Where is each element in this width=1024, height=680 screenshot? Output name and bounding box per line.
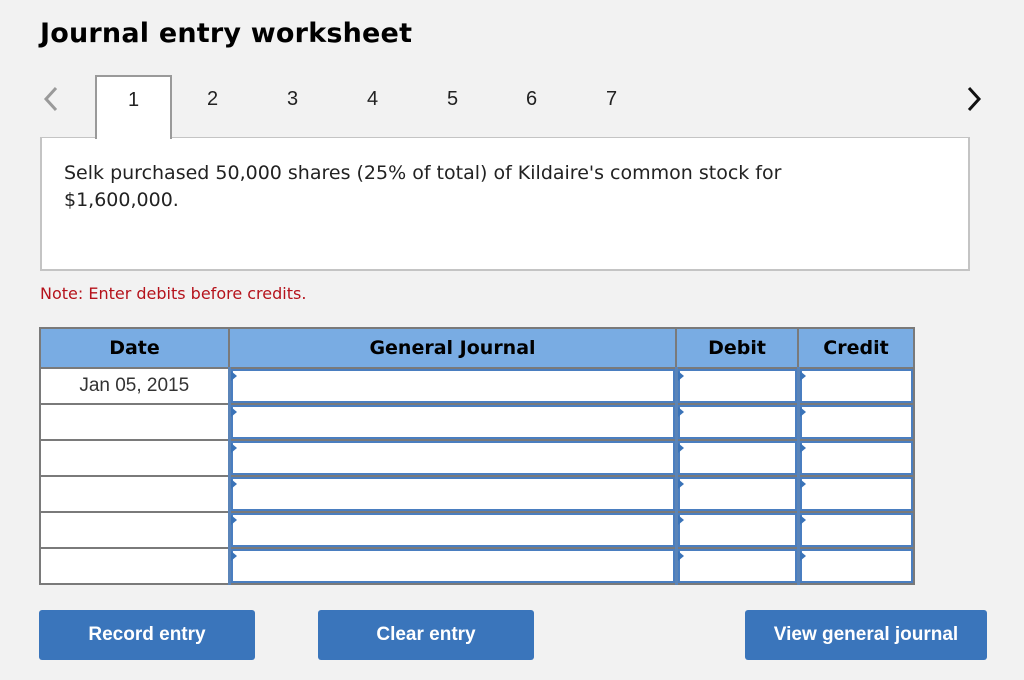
date-cell [39, 547, 230, 585]
credit-input[interactable] [796, 367, 915, 405]
input-marker-icon [799, 443, 806, 453]
credit-input[interactable] [796, 439, 915, 477]
table-row [39, 547, 915, 585]
input-field[interactable] [677, 405, 797, 439]
note-text: Note: Enter debits before credits. [40, 284, 307, 303]
table-row [39, 403, 915, 441]
input-field[interactable] [677, 513, 797, 547]
input-marker-icon [677, 371, 684, 381]
record-entry-button[interactable]: Record entry [39, 610, 255, 660]
chevron-left-icon [43, 86, 58, 112]
input-field[interactable] [677, 477, 797, 511]
table-row [39, 439, 915, 477]
column-header-date: Date [39, 327, 230, 369]
tab-3[interactable]: 3 [254, 75, 331, 138]
date-cell [39, 511, 230, 549]
date-cell: Jan 05, 2015 [39, 367, 230, 405]
input-marker-icon [230, 515, 237, 525]
input-field[interactable] [677, 441, 797, 475]
account-input[interactable] [227, 475, 677, 513]
column-header-debit: Debit [675, 327, 799, 369]
tab-label: 5 [446, 88, 459, 110]
input-marker-icon [230, 371, 237, 381]
input-field[interactable] [677, 549, 797, 583]
debit-input[interactable] [674, 547, 799, 585]
view-general-journal-button[interactable]: View general journal [745, 610, 987, 660]
input-field[interactable] [230, 549, 675, 583]
debit-input[interactable] [674, 439, 799, 477]
column-header-general-journal: General Journal [228, 327, 677, 369]
input-marker-icon [677, 515, 684, 525]
account-input[interactable] [227, 367, 677, 405]
input-field[interactable] [230, 513, 675, 547]
input-marker-icon [230, 551, 237, 561]
account-input[interactable] [227, 439, 677, 477]
debit-input[interactable] [674, 403, 799, 441]
input-field[interactable] [230, 441, 675, 475]
prompt-text: Selk purchased 50,000 shares (25% of tot… [64, 162, 782, 211]
input-marker-icon [799, 371, 806, 381]
input-marker-icon [677, 407, 684, 417]
table-header-row: Date General Journal Debit Credit [39, 327, 915, 369]
debit-input[interactable] [674, 475, 799, 513]
clear-entry-button[interactable]: Clear entry [318, 610, 534, 660]
input-field[interactable] [230, 477, 675, 511]
tab-label: 2 [206, 88, 219, 110]
date-cell [39, 475, 230, 513]
input-marker-icon [799, 551, 806, 561]
input-field[interactable] [799, 369, 913, 403]
tab-label: 7 [605, 88, 618, 110]
account-input[interactable] [227, 547, 677, 585]
account-input[interactable] [227, 511, 677, 549]
tab-4[interactable]: 4 [334, 75, 411, 138]
prompt-panel: Selk purchased 50,000 shares (25% of tot… [40, 138, 970, 271]
debit-input[interactable] [674, 367, 799, 405]
tab-label: 4 [366, 88, 379, 110]
tab-5[interactable]: 5 [414, 75, 491, 138]
input-field[interactable] [799, 513, 913, 547]
input-marker-icon [677, 551, 684, 561]
input-marker-icon [230, 443, 237, 453]
column-header-credit: Credit [797, 327, 915, 369]
input-field[interactable] [799, 549, 913, 583]
table-row: Jan 05, 2015 [39, 367, 915, 405]
tab-label: 6 [525, 88, 538, 110]
credit-input[interactable] [796, 403, 915, 441]
tab-1[interactable]: 1 [95, 75, 172, 139]
credit-input[interactable] [796, 547, 915, 585]
input-field[interactable] [799, 441, 913, 475]
input-marker-icon [230, 407, 237, 417]
next-button[interactable] [962, 84, 986, 114]
input-field[interactable] [799, 477, 913, 511]
input-marker-icon [677, 479, 684, 489]
tab-2[interactable]: 2 [174, 75, 251, 138]
chevron-right-icon [967, 86, 982, 112]
debit-input[interactable] [674, 511, 799, 549]
tab-7[interactable]: 7 [573, 75, 650, 138]
table-row [39, 475, 915, 513]
table-row [39, 511, 915, 549]
account-input[interactable] [227, 403, 677, 441]
input-field[interactable] [230, 369, 675, 403]
journal-table: Date General Journal Debit Credit Jan 05… [39, 327, 915, 585]
date-cell [39, 439, 230, 477]
input-field[interactable] [799, 405, 913, 439]
credit-input[interactable] [796, 475, 915, 513]
input-marker-icon [677, 443, 684, 453]
page-title: Journal entry worksheet [40, 18, 413, 49]
input-field[interactable] [677, 369, 797, 403]
previous-button[interactable] [40, 84, 64, 114]
tab-label: 1 [127, 89, 140, 111]
input-marker-icon [230, 479, 237, 489]
input-marker-icon [799, 515, 806, 525]
tab-6[interactable]: 6 [493, 75, 570, 138]
input-field[interactable] [230, 405, 675, 439]
date-cell [39, 403, 230, 441]
tab-label: 3 [286, 88, 299, 110]
input-marker-icon [799, 479, 806, 489]
input-marker-icon [799, 407, 806, 417]
credit-input[interactable] [796, 511, 915, 549]
